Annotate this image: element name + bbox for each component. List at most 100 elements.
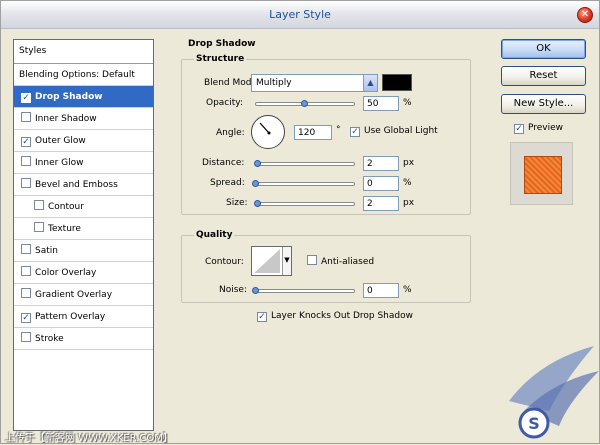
checkbox-checked-icon[interactable]: ✓: [21, 93, 31, 103]
contour-preview-icon: [254, 249, 280, 273]
style-item-label: Contour: [48, 202, 84, 212]
preview-checkbox[interactable]: ✓ Preview: [514, 123, 563, 134]
style-item[interactable]: ✓ Drop Shadow: [14, 86, 153, 108]
size-label: Size:: [226, 198, 248, 208]
quality-title: Quality: [194, 230, 235, 240]
size-input[interactable]: 2: [363, 196, 399, 211]
styles-header[interactable]: Styles: [14, 40, 153, 64]
window-title: Layer Style: [269, 8, 331, 21]
style-item[interactable]: Bevel and Emboss: [14, 174, 153, 196]
shadow-color-swatch[interactable]: [382, 74, 412, 91]
angle-dial-icon: [259, 122, 271, 135]
anti-aliased-label: Anti-aliased: [321, 257, 375, 267]
checkbox-unchecked-icon: [307, 255, 317, 265]
distance-unit: px: [403, 158, 415, 168]
noise-unit: %: [403, 285, 412, 295]
opacity-input[interactable]: 50: [363, 96, 399, 111]
checkbox-unchecked-icon[interactable]: [34, 222, 44, 232]
style-item-label: Drop Shadow: [35, 92, 103, 102]
checkbox-unchecked-icon[interactable]: [21, 112, 31, 122]
distance-input[interactable]: 2: [363, 156, 399, 171]
dropdown-arrow-icon: ▲: [363, 75, 377, 91]
checkbox-unchecked-icon[interactable]: [21, 288, 31, 298]
checkbox-unchecked-icon[interactable]: [21, 266, 31, 276]
style-preview: [510, 142, 573, 205]
spread-slider-thumb[interactable]: [252, 180, 259, 187]
contour-picker[interactable]: ▼: [251, 246, 292, 276]
style-item[interactable]: Color Overlay: [14, 262, 153, 284]
title-bar: Layer Style ✕: [1, 1, 599, 29]
spread-input[interactable]: 0: [363, 176, 399, 191]
preview-label: Preview: [528, 123, 564, 133]
checkbox-checked-icon[interactable]: ✓: [21, 313, 31, 323]
style-item[interactable]: Blending Options: Default: [14, 64, 153, 86]
size-unit: px: [403, 198, 415, 208]
checkbox-checked-icon: ✓: [350, 127, 360, 137]
style-item-label: Pattern Overlay: [35, 312, 106, 322]
checkbox-checked-icon: ✓: [514, 124, 524, 134]
close-button[interactable]: ✕: [577, 7, 593, 23]
style-item-label: Color Overlay: [35, 268, 97, 278]
checkbox-unchecked-icon[interactable]: [34, 200, 44, 210]
knockout-checkbox[interactable]: ✓ Layer Knocks Out Drop Shadow: [257, 311, 413, 322]
angle-dial[interactable]: [251, 115, 285, 149]
spread-label: Spread:: [210, 178, 245, 188]
new-style-button[interactable]: New Style...: [501, 94, 586, 114]
spread-slider[interactable]: [255, 182, 355, 186]
style-item-label: Blending Options: Default: [19, 70, 135, 80]
knockout-label: Layer Knocks Out Drop Shadow: [271, 311, 413, 321]
style-item[interactable]: Inner Shadow: [14, 108, 153, 130]
noise-slider-thumb[interactable]: [252, 287, 259, 294]
style-item-label: Outer Glow: [35, 136, 86, 146]
style-item-label: Inner Shadow: [35, 114, 97, 124]
style-item-label: Texture: [48, 224, 81, 234]
reset-button[interactable]: Reset: [501, 66, 586, 86]
opacity-label: Opacity:: [206, 98, 243, 108]
style-item[interactable]: Stroke: [14, 328, 153, 350]
style-item[interactable]: Contour: [14, 196, 153, 218]
checkbox-unchecked-icon[interactable]: [21, 244, 31, 254]
checkbox-checked-icon[interactable]: ✓: [21, 137, 31, 147]
distance-slider[interactable]: [255, 162, 355, 166]
contour-label: Contour:: [205, 257, 244, 267]
size-slider[interactable]: [255, 202, 355, 206]
style-item-label: Satin: [35, 246, 58, 256]
preview-swatch: [525, 157, 561, 193]
noise-slider[interactable]: [255, 289, 355, 293]
noise-input[interactable]: 0: [363, 283, 399, 298]
style-item-label: Stroke: [35, 334, 64, 344]
watermark-logo-letter: S: [528, 414, 540, 433]
structure-title: Structure: [194, 54, 247, 64]
style-item[interactable]: Texture: [14, 218, 153, 240]
angle-label: Angle:: [216, 128, 245, 138]
distance-slider-thumb[interactable]: [254, 160, 261, 167]
checkbox-unchecked-icon[interactable]: [21, 178, 31, 188]
use-global-light-checkbox[interactable]: ✓ Use Global Light: [350, 126, 438, 137]
styles-list: Styles Blending Options: Default ✓ Drop Sh…: [13, 39, 154, 431]
style-item[interactable]: ✓ Pattern Overlay: [14, 306, 153, 328]
checkbox-unchecked-icon[interactable]: [21, 332, 31, 342]
style-item[interactable]: ✓ Outer Glow: [14, 130, 153, 152]
watermark-logo: S: [509, 346, 599, 439]
angle-unit: °: [336, 125, 341, 135]
style-item[interactable]: Satin: [14, 240, 153, 262]
style-item[interactable]: Inner Glow: [14, 152, 153, 174]
checkbox-unchecked-icon[interactable]: [21, 156, 31, 166]
layer-style-dialog: Layer Style ✕ Styles Blending Options: D…: [0, 0, 600, 444]
watermark-text: 上传于【新客网 WWW.XKER.COM】: [5, 433, 173, 444]
section-title: Drop Shadow: [188, 39, 256, 49]
style-item-label: Bevel and Emboss: [35, 180, 118, 190]
blend-mode-select[interactable]: Multiply ▲: [251, 74, 378, 92]
checkbox-checked-icon: ✓: [257, 312, 267, 322]
style-item[interactable]: Gradient Overlay: [14, 284, 153, 306]
spread-unit: %: [403, 178, 412, 188]
style-item-label: Inner Glow: [35, 158, 84, 168]
ok-button[interactable]: OK: [501, 39, 586, 59]
contour-dropdown-icon[interactable]: ▼: [282, 247, 291, 275]
noise-label: Noise:: [219, 285, 247, 295]
distance-label: Distance:: [202, 158, 245, 168]
opacity-slider-thumb[interactable]: [301, 100, 308, 107]
size-slider-thumb[interactable]: [254, 200, 261, 207]
angle-input[interactable]: 120: [294, 125, 332, 140]
anti-aliased-checkbox[interactable]: Anti-aliased: [307, 255, 374, 267]
